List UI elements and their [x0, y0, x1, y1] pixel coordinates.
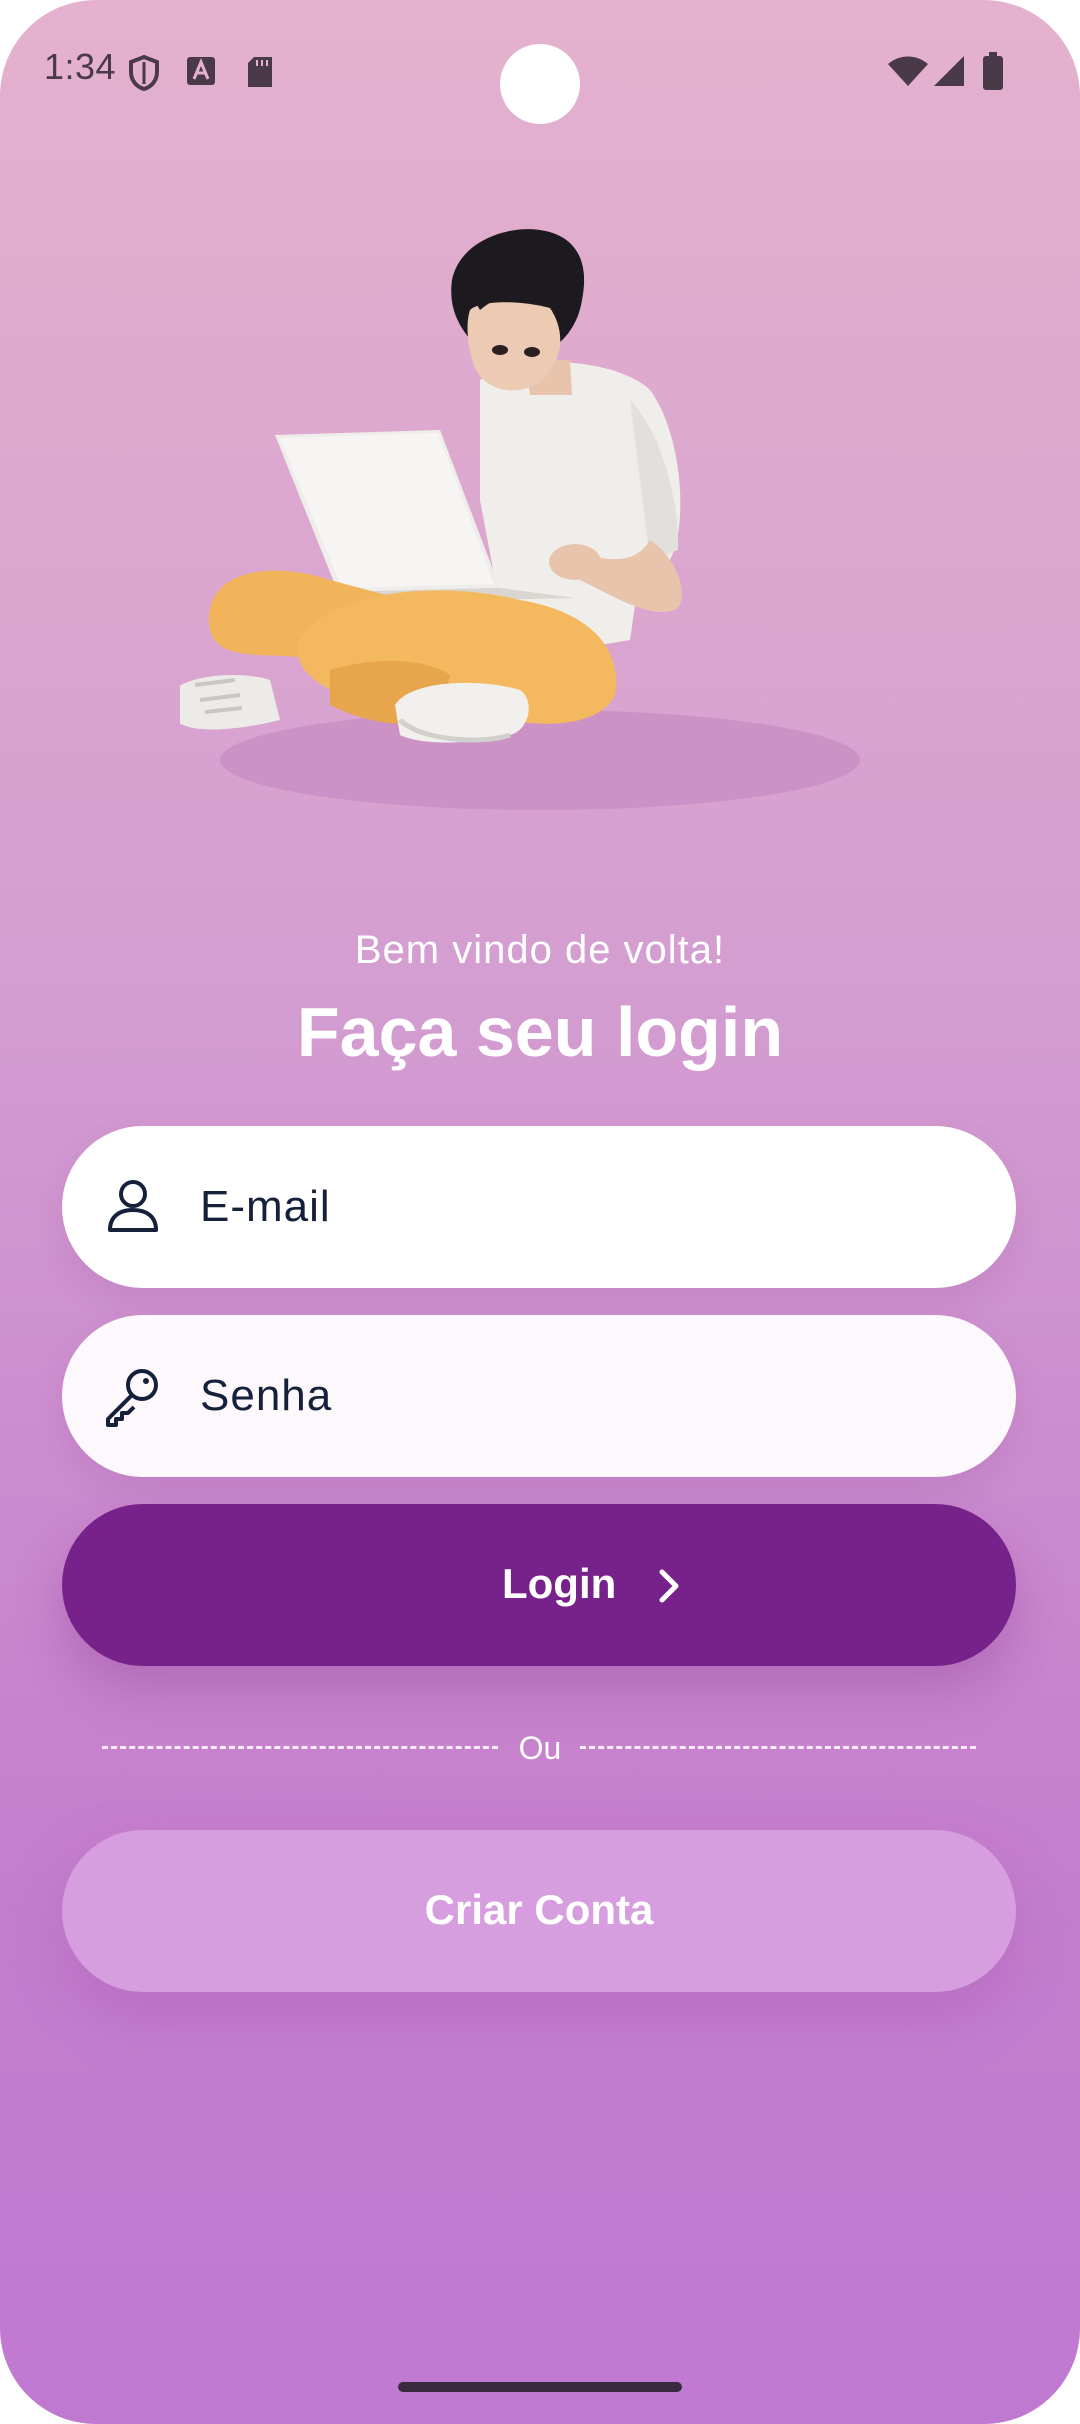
shield-icon	[129, 54, 159, 92]
password-placeholder: Senha	[200, 1371, 333, 1420]
sd-card-icon	[248, 57, 272, 87]
battery-icon	[983, 52, 1003, 90]
divider-line-right	[580, 1746, 976, 1749]
divider-line-left	[102, 1746, 498, 1749]
page-title: Faça seu login	[296, 993, 784, 1071]
status-time: 1:34	[44, 46, 117, 87]
create-account-button[interactable]: Criar Conta	[62, 1830, 1016, 1992]
font-a-icon	[187, 57, 215, 85]
email-field[interactable]: E-mail	[62, 1126, 1016, 1288]
user-icon	[108, 1180, 158, 1232]
front-camera	[500, 44, 580, 124]
home-indicator[interactable]	[398, 2382, 682, 2392]
key-icon	[106, 1369, 158, 1427]
person-with-laptop-illustration	[180, 229, 860, 810]
login-screen: 1:34 Bem vindo de volta! Faça seu login …	[0, 0, 1080, 2424]
wifi-icon	[888, 56, 928, 86]
password-field[interactable]: Senha	[62, 1315, 1016, 1477]
divider-text: Ou	[518, 1730, 562, 1766]
signal-icon	[934, 56, 964, 86]
email-placeholder: E-mail	[200, 1182, 331, 1231]
create-account-label: Criar Conta	[424, 1886, 654, 1933]
login-button-label: Login	[502, 1560, 617, 1607]
chevron-right-icon	[659, 1569, 679, 1603]
welcome-text: Bem vindo de volta!	[354, 928, 726, 972]
login-button[interactable]: Login	[62, 1504, 1016, 1666]
